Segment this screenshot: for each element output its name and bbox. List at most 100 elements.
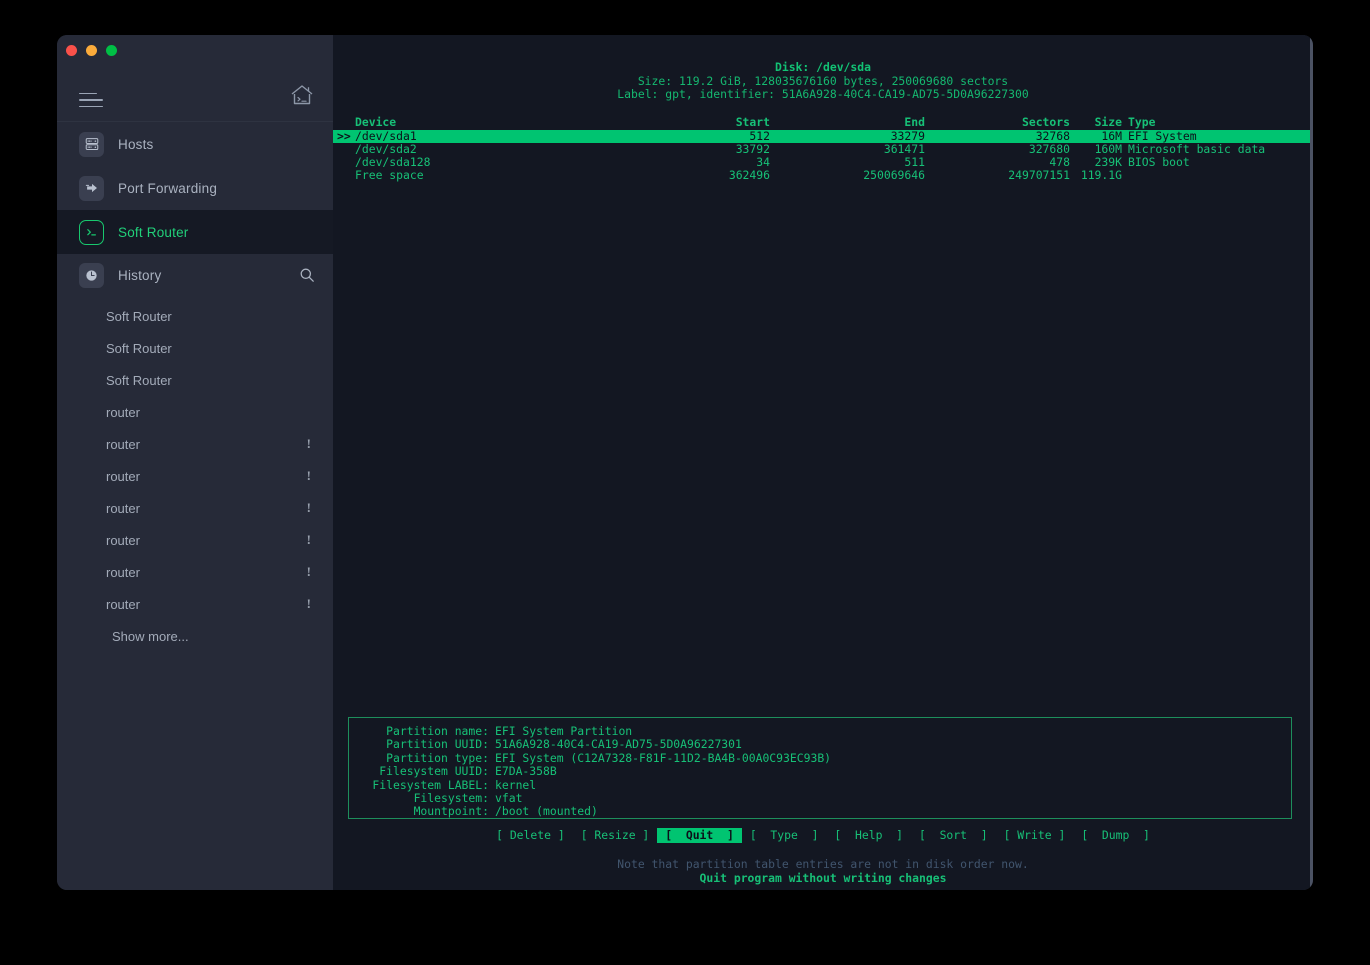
warning-icon: !	[306, 564, 311, 579]
app-window: Hosts Port Forwarding Soft Router Histor…	[57, 35, 1313, 890]
warning-icon: !	[306, 436, 311, 451]
cell-device: /dev/sda2	[355, 141, 417, 156]
sidebar-item-hosts[interactable]: Hosts	[57, 122, 333, 166]
col-header-end: End	[904, 114, 925, 129]
table-header-row: Device Start End Sectors Size Type	[333, 114, 1313, 129]
col-header-size: Size	[1094, 114, 1122, 129]
sort-button[interactable]: [ Sort ]	[911, 828, 996, 843]
partition-detail-panel: Partition name: EFI System Partition Par…	[348, 717, 1292, 819]
disk-size-line: Size: 119.2 GiB, 128035676160 bytes, 250…	[637, 73, 1009, 88]
partition-table: Device Start End Sectors Size Type >> /d…	[333, 114, 1313, 182]
sidebar-item-label: Soft Router	[118, 224, 189, 240]
detail-value: 51A6A928-40C4-CA19-AD75-5D0A96227301	[495, 737, 742, 752]
hamburger-icon[interactable]	[79, 92, 103, 107]
cell-end: 250069646	[863, 167, 925, 182]
sidebar-section-history[interactable]: History	[57, 254, 333, 296]
cell-start: 512	[749, 128, 770, 143]
list-item[interactable]: router	[57, 396, 333, 428]
cell-device: /dev/sda1	[355, 128, 417, 143]
help-button[interactable]: [ Help ]	[826, 828, 911, 843]
detail-value: vfat	[495, 790, 523, 805]
detail-value: kernel	[495, 777, 537, 792]
detail-key: Partition UUID:	[386, 737, 489, 752]
list-item[interactable]: router !	[57, 492, 333, 524]
cell-device: /dev/sda128	[355, 154, 431, 169]
cell-size: 16M	[1101, 128, 1122, 143]
cell-size: 239K	[1094, 154, 1122, 169]
cell-type: Microsoft basic data	[1128, 141, 1266, 156]
show-more-button[interactable]: Show more...	[57, 620, 333, 652]
cell-start: 34	[756, 154, 770, 169]
quit-button[interactable]: [ Quit ]	[657, 828, 742, 843]
cell-end: 361471	[883, 141, 925, 156]
col-header-start: Start	[735, 114, 770, 129]
window-controls	[66, 45, 117, 56]
search-icon[interactable]	[299, 267, 315, 283]
cell-type: EFI System	[1128, 128, 1197, 143]
dump-button[interactable]: [ Dump ]	[1073, 828, 1158, 843]
disk-title: Disk: /dev/sda	[774, 60, 871, 74]
detail-value: EFI System (C12A7328-F81F-11D2-BA4B-00A0…	[495, 750, 832, 765]
cell-start: 33792	[735, 141, 770, 156]
col-header-type: Type	[1128, 114, 1156, 129]
write-button[interactable]: [ Write ]	[996, 828, 1074, 843]
terminal-scrollbar[interactable]	[1310, 35, 1313, 890]
home-terminal-icon[interactable]	[289, 83, 315, 107]
detail-line: Filesystem: vfat	[349, 790, 1291, 805]
sidebar-item-label: Port Forwarding	[118, 180, 218, 196]
history-item-label: router	[106, 564, 140, 580]
detail-line: Mountpoint: /boot (mounted)	[349, 804, 1291, 819]
list-item[interactable]: Soft Router	[57, 300, 333, 332]
maximize-button[interactable]	[106, 45, 117, 56]
sidebar-item-port-forwarding[interactable]: Port Forwarding	[57, 166, 333, 210]
list-item[interactable]: Soft Router	[57, 332, 333, 364]
list-item[interactable]: router !	[57, 556, 333, 588]
close-button[interactable]	[66, 45, 77, 56]
history-item-label: router	[106, 436, 140, 452]
cell-device: Free space	[355, 167, 424, 182]
history-item-label: router	[106, 532, 140, 548]
row-cursor-marker: >>	[337, 128, 351, 143]
history-item-label: Soft Router	[106, 340, 172, 356]
sidebar-section-label: History	[118, 267, 162, 283]
action-button-bar: [ Delete ] [ Resize ] [ Quit ] [ Type ] …	[333, 828, 1313, 843]
cell-sectors: 32768	[1035, 128, 1070, 143]
terminal-pane[interactable]: Disk: /dev/sda Size: 119.2 GiB, 12803567…	[333, 35, 1313, 890]
type-button[interactable]: [ Type ]	[742, 828, 827, 843]
cell-size: 119.1G	[1080, 167, 1122, 182]
list-item[interactable]: router !	[57, 588, 333, 620]
detail-key: Partition type:	[386, 750, 489, 765]
list-item[interactable]: router !	[57, 524, 333, 556]
sidebar-item-label: Hosts	[118, 136, 154, 152]
detail-line: Filesystem LABEL: kernel	[349, 777, 1291, 792]
detail-line: Partition UUID: 51A6A928-40C4-CA19-AD75-…	[349, 737, 1291, 752]
delete-button[interactable]: [ Delete ]	[488, 828, 573, 843]
server-rack-icon	[79, 131, 104, 157]
table-row[interactable]: Free space 362496 250069646 249707151 11…	[333, 167, 1313, 182]
detail-key: Filesystem:	[413, 790, 489, 805]
col-header-sectors: Sectors	[1021, 114, 1070, 129]
minimize-button[interactable]	[86, 45, 97, 56]
warning-icon: !	[306, 532, 311, 547]
resize-button[interactable]: [ Resize ]	[573, 828, 658, 843]
cell-sectors: 327680	[1028, 141, 1070, 156]
list-item[interactable]: router !	[57, 428, 333, 460]
table-row[interactable]: /dev/sda2 33792 361471 327680 160M Micro…	[333, 141, 1313, 156]
sidebar-item-soft-router[interactable]: Soft Router	[57, 210, 333, 254]
terminal-prompt-icon	[79, 219, 104, 245]
list-item[interactable]: router !	[57, 460, 333, 492]
detail-key: Mountpoint:	[413, 804, 489, 819]
detail-key: Filesystem LABEL:	[372, 777, 489, 792]
warning-icon: !	[306, 500, 311, 515]
warning-icon: !	[306, 596, 311, 611]
list-item[interactable]: Soft Router	[57, 364, 333, 396]
table-row[interactable]: /dev/sda128 34 511 478 239K BIOS boot	[333, 154, 1313, 169]
table-row[interactable]: >> /dev/sda1 512 33279 32768 16M EFI Sys…	[333, 128, 1313, 143]
sidebar: Hosts Port Forwarding Soft Router Histor…	[57, 35, 333, 890]
history-list: Soft Router Soft Router Soft Router rout…	[57, 296, 333, 652]
cell-start: 362496	[728, 167, 770, 182]
col-header-device: Device	[355, 114, 397, 129]
cell-sectors: 478	[1049, 154, 1070, 169]
history-item-label: router	[106, 500, 140, 516]
clock-icon	[79, 262, 104, 288]
